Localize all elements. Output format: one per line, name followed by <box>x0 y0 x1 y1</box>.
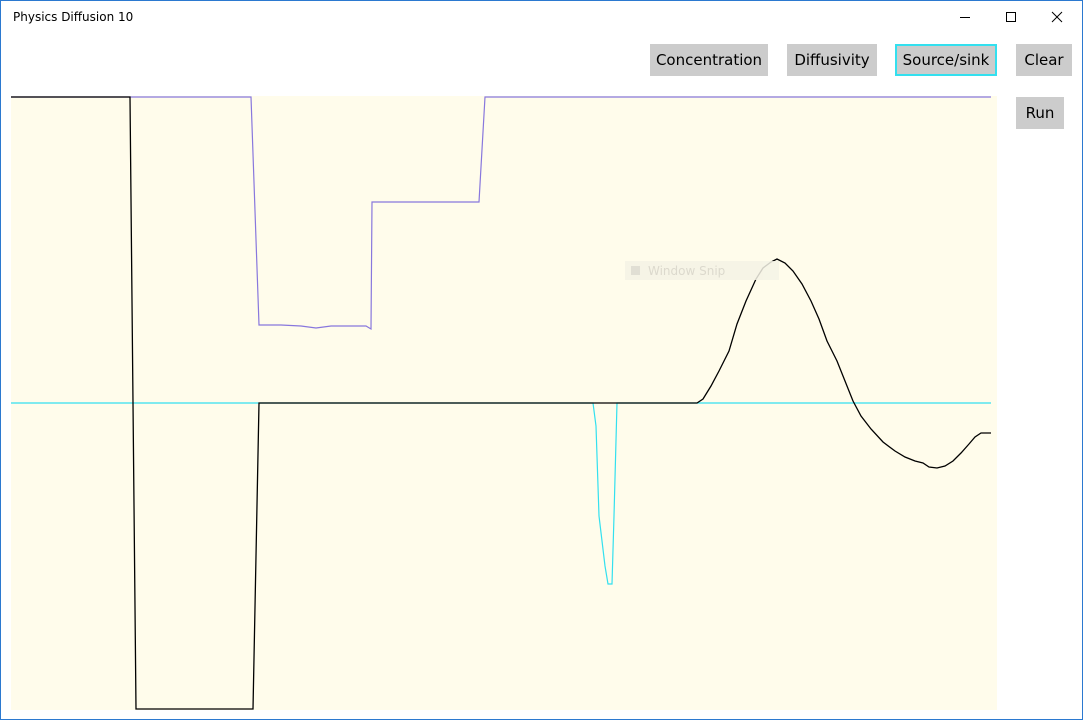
diffusivity-curve <box>11 96 991 331</box>
snip-icon <box>631 266 640 275</box>
close-button[interactable] <box>1034 1 1080 33</box>
app-window: Physics Diffusion 10 Concentration Diffu… <box>0 0 1083 720</box>
maximize-button[interactable] <box>988 1 1034 33</box>
source-sink-curve <box>11 402 991 585</box>
plot-svg <box>11 96 991 710</box>
concentration-button[interactable]: Concentration <box>650 44 768 76</box>
diffusivity-button[interactable]: Diffusivity <box>787 44 877 76</box>
clear-button[interactable]: Clear <box>1016 44 1072 76</box>
title-bar[interactable]: Physics Diffusion 10 <box>1 1 1082 33</box>
window-title: Physics Diffusion 10 <box>13 10 134 24</box>
run-button[interactable]: Run <box>1016 97 1064 129</box>
minimize-icon <box>960 17 970 18</box>
close-icon <box>1051 11 1063 23</box>
window-snip-label: Window Snip <box>648 263 726 278</box>
source-sink-button[interactable]: Source/sink <box>895 44 997 76</box>
maximize-icon <box>1006 12 1016 22</box>
plot-canvas[interactable] <box>11 96 997 710</box>
window-snip-overlay: Window Snip <box>625 261 779 280</box>
minimize-button[interactable] <box>942 1 988 33</box>
